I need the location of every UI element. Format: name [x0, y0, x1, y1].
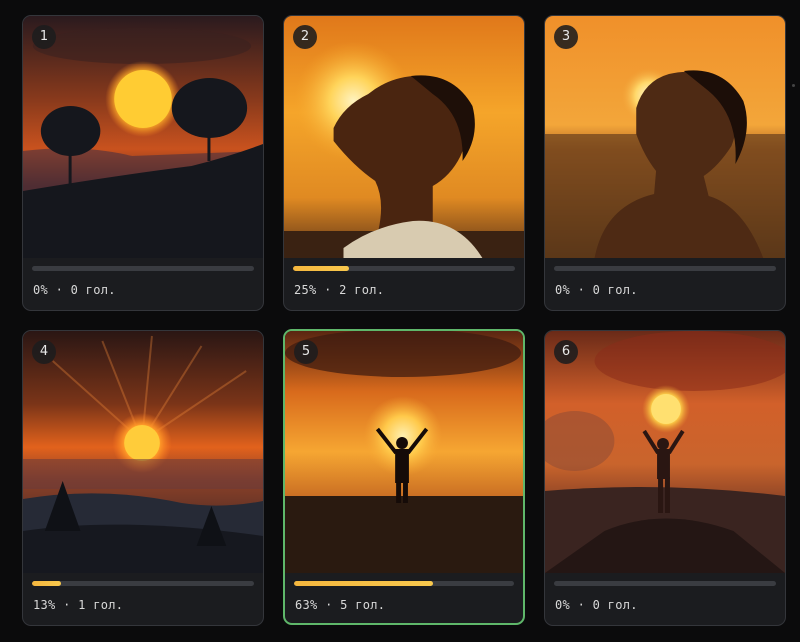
- image-number-badge: 6: [554, 340, 578, 364]
- progress-bar: [32, 266, 254, 271]
- vote-status: 0% · 0 гол.: [555, 283, 638, 297]
- progress-fill: [32, 581, 61, 586]
- image-card-4[interactable]: 4 13% · 1 гол.: [22, 330, 264, 626]
- vote-status: 25% · 2 гол.: [294, 283, 385, 297]
- thumbnail-woman-face-to-sun: [545, 16, 785, 258]
- thumbnail-sun-rays-over-hills: [23, 331, 263, 573]
- image-number-badge: 2: [293, 25, 317, 49]
- image-number-badge: 5: [294, 340, 318, 364]
- image-grid: 1 0% · 0 гол. 2 25% · 2 гол. 3 0% · 0 го…: [0, 0, 800, 642]
- thumbnail-sunset-trees-hill: [23, 16, 263, 258]
- image-number-badge: 3: [554, 25, 578, 49]
- image-card-2[interactable]: 2 25% · 2 гол.: [283, 15, 525, 311]
- thumbnail-boy-face-to-sun: [284, 16, 524, 258]
- vote-status: 13% · 1 гол.: [33, 598, 124, 612]
- vote-status: 0% · 0 гол.: [555, 598, 638, 612]
- thumbnail-man-arms-raised-sunset: [285, 331, 523, 573]
- image-number-badge: 1: [32, 25, 56, 49]
- image-card-3[interactable]: 3 0% · 0 гол.: [544, 15, 786, 311]
- thumbnail-man-arms-raised-red-sky: [545, 331, 785, 573]
- image-card-5[interactable]: 5 63% · 5 гол.: [283, 329, 525, 625]
- image-number-badge: 4: [32, 340, 56, 364]
- progress-bar: [293, 266, 515, 271]
- progress-bar: [554, 266, 776, 271]
- scrollbar-indicator[interactable]: [792, 84, 795, 87]
- progress-fill: [294, 581, 433, 586]
- image-card-6[interactable]: 6 0% · 0 гол.: [544, 330, 786, 626]
- progress-bar: [294, 581, 514, 586]
- vote-status: 63% · 5 гол.: [295, 598, 386, 612]
- progress-bar: [32, 581, 254, 586]
- vote-status: 0% · 0 гол.: [33, 283, 116, 297]
- progress-fill: [293, 266, 349, 271]
- progress-bar: [554, 581, 776, 586]
- image-card-1[interactable]: 1 0% · 0 гол.: [22, 15, 264, 311]
